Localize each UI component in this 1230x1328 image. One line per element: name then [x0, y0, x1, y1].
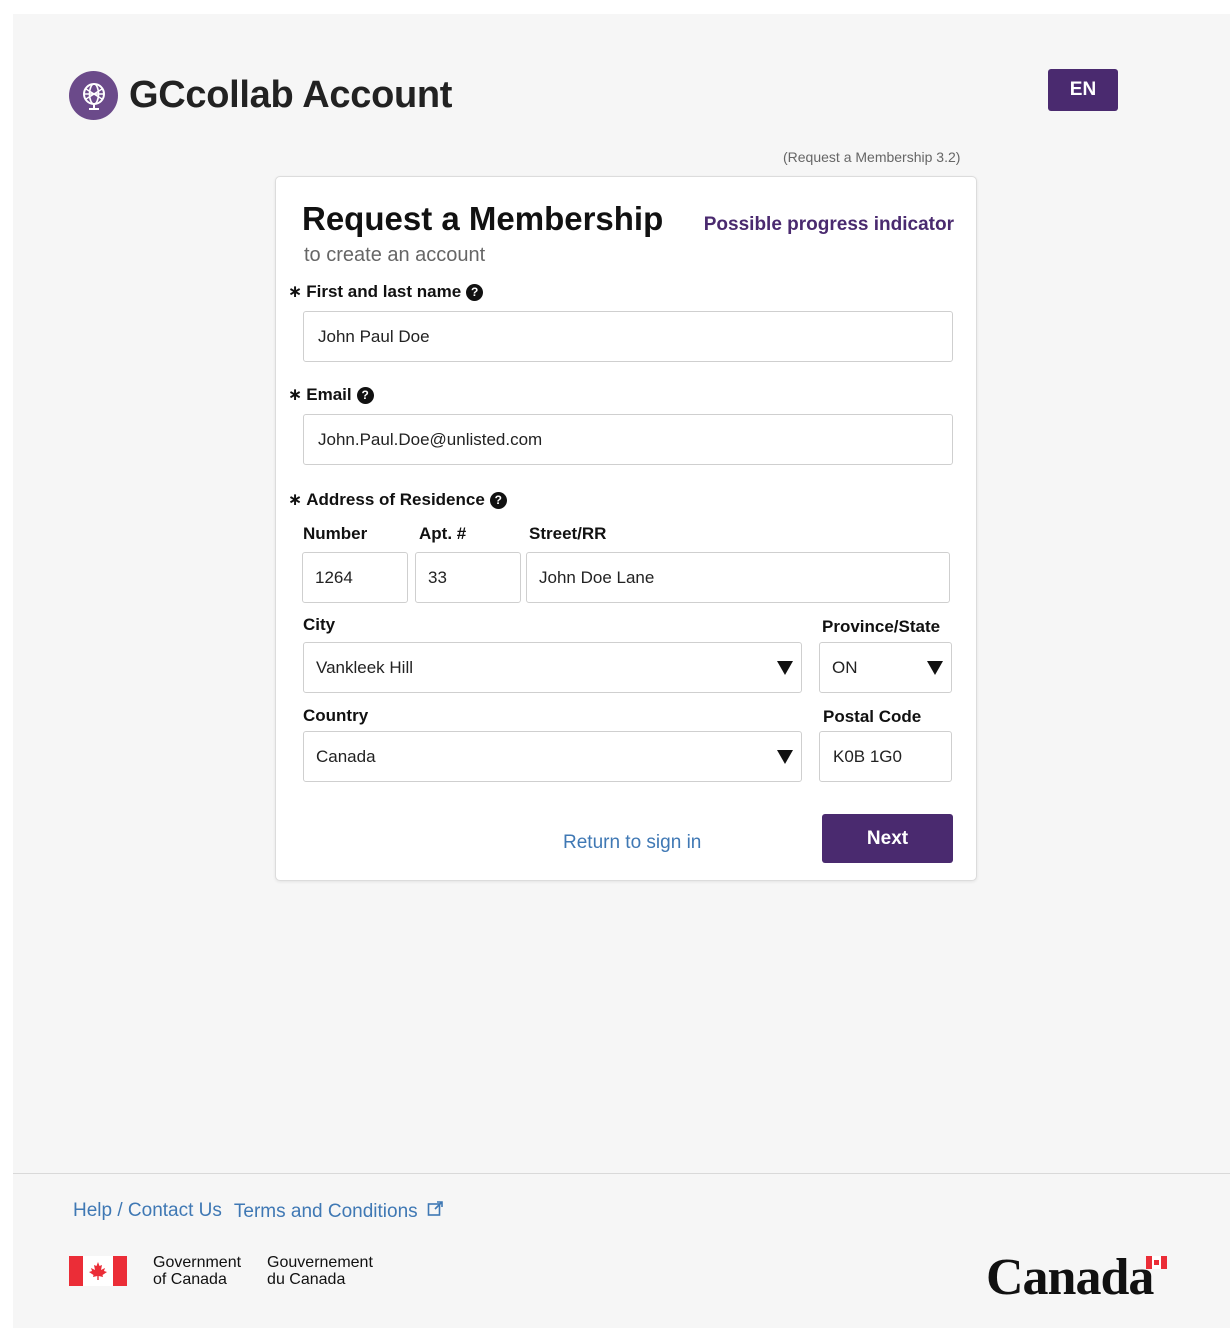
- email-label-text: Email: [306, 385, 352, 404]
- name-label-text: First and last name: [306, 282, 462, 301]
- gov-en-line2: of Canada: [153, 1271, 227, 1288]
- city-label: City: [303, 615, 336, 634]
- required-marker: ∗: [288, 490, 303, 509]
- country-select[interactable]: Canada: [303, 731, 802, 782]
- gouvernement-du-canada-text: Gouvernement du Canada: [267, 1254, 373, 1288]
- required-marker: ∗: [288, 282, 303, 301]
- address-label: ∗ Address of Residence ?: [288, 490, 507, 510]
- postal-label: Postal Code: [823, 707, 922, 726]
- country-select-value: Canada: [316, 746, 376, 766]
- postal-code-input[interactable]: [819, 731, 952, 782]
- terms-link[interactable]: Terms and Conditions: [234, 1201, 418, 1222]
- number-label: Number: [303, 524, 368, 543]
- gov-fr-line2: du Canada: [267, 1271, 346, 1288]
- country-label: Country: [303, 706, 369, 725]
- name-input[interactable]: [303, 311, 953, 362]
- return-to-sign-in-link[interactable]: Return to sign in: [563, 832, 701, 854]
- name-label: ∗ First and last name ?: [288, 282, 484, 302]
- progress-indicator-link[interactable]: Possible progress indicator: [704, 214, 954, 236]
- language-toggle-button[interactable]: EN: [1048, 69, 1118, 111]
- app-title: GCcollab Account: [129, 74, 453, 116]
- address-label-text: Address of Residence: [306, 490, 485, 509]
- footer-divider: [13, 1173, 1230, 1174]
- dropdown-caret-icon: [927, 660, 943, 675]
- city-select-value: Vankleek Hill: [316, 657, 414, 677]
- government-signature: Government of Canada Gouvernement du Can…: [69, 1254, 373, 1288]
- membership-form-card: Request a Membership to create an accoun…: [275, 176, 977, 881]
- help-icon[interactable]: ?: [356, 386, 374, 404]
- canada-flag-icon: [69, 1256, 127, 1286]
- province-label: Province/State: [822, 617, 941, 636]
- dropdown-caret-icon: [777, 660, 793, 675]
- email-label: ∗ Email ?: [288, 385, 374, 405]
- apt-label: Apt. #: [419, 524, 467, 543]
- wordmark-flag-icon: [1146, 1256, 1167, 1269]
- external-link-icon: [427, 1201, 443, 1216]
- maple-leaf-icon: [89, 1262, 107, 1280]
- screen-reference: (Request a Membership 3.2): [783, 149, 961, 165]
- form-title: Request a Membership: [302, 200, 664, 237]
- brand: GCcollab Account: [69, 71, 452, 120]
- government-of-canada-text: Government of Canada: [153, 1254, 241, 1288]
- terms-link-wrapper[interactable]: Terms and Conditions: [234, 1200, 444, 1223]
- form-subtitle: to create an account: [304, 244, 486, 266]
- dropdown-caret-icon: [777, 749, 793, 764]
- gov-fr-line1: Gouvernement: [267, 1254, 373, 1271]
- city-select[interactable]: Vankleek Hill: [303, 642, 802, 693]
- street-label: Street/RR: [529, 524, 607, 543]
- help-contact-link[interactable]: Help / Contact Us: [73, 1200, 222, 1223]
- footer-links: Help / Contact Us Terms and Conditions: [73, 1200, 444, 1223]
- gov-en-line1: Government: [153, 1254, 242, 1271]
- help-icon[interactable]: ?: [489, 491, 507, 509]
- required-marker: ∗: [288, 385, 303, 404]
- canada-wordmark: Canada: [986, 1249, 1154, 1306]
- apt-input[interactable]: [415, 552, 521, 603]
- street-input[interactable]: [526, 552, 950, 603]
- next-button[interactable]: Next: [822, 814, 953, 863]
- province-select-value: ON: [832, 657, 858, 677]
- number-input[interactable]: [302, 552, 408, 603]
- email-input[interactable]: [303, 414, 953, 465]
- help-icon[interactable]: ?: [466, 283, 484, 301]
- province-select[interactable]: ON: [819, 642, 952, 693]
- globe-logo-icon: [69, 71, 118, 120]
